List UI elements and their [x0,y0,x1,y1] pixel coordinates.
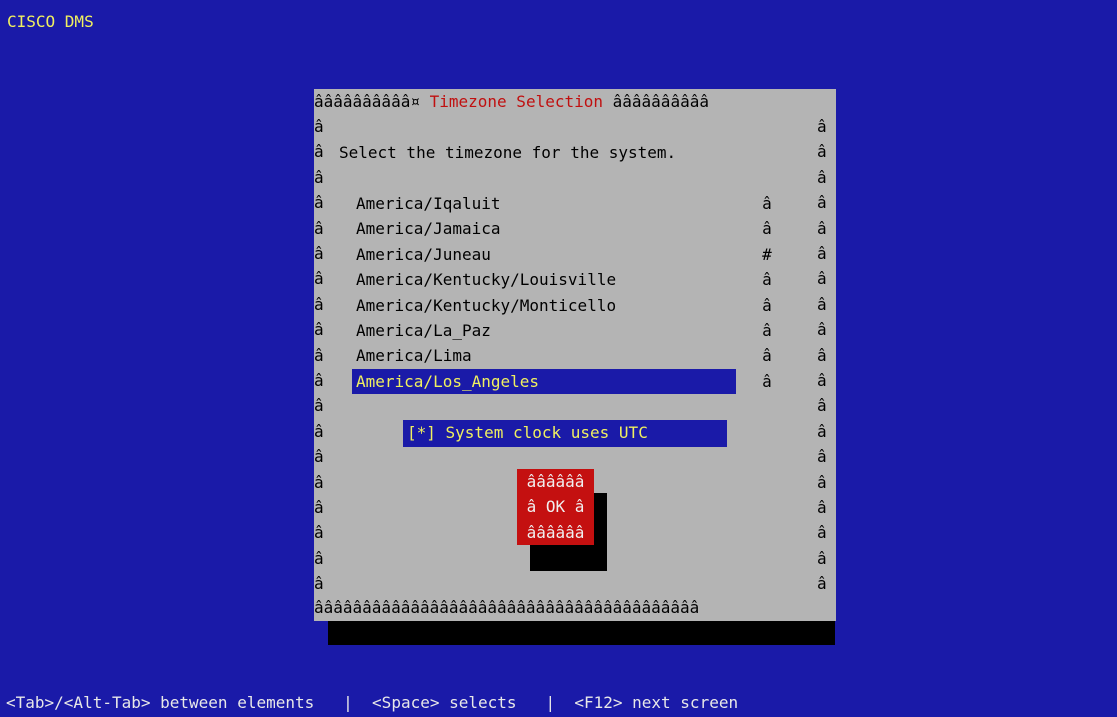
app-title: CISCO DMS [7,12,94,31]
dialog-left-border-glyph: â [314,218,324,238]
dialog-left-border-glyph: â [314,117,324,136]
dialog-left-border-glyph: â [314,421,324,441]
dialog-left-border-glyph: â [314,345,324,365]
dialog-left-border-glyph: â [314,269,324,289]
scrollbar-glyph[interactable]: â [759,267,775,292]
dialog-right-border-glyph: â [817,193,827,213]
ok-button-bottom-border: ââââââ [526,522,585,542]
ok-button-label: â OK â [526,497,585,517]
dialog-prompt: Select the timezone for the system. [339,143,677,162]
dialog-left-border-glyph: â [314,447,324,467]
dialog-right-border-glyph: â [817,421,827,441]
dialog-left-border-glyph: â [314,193,324,213]
timezone-list-item[interactable]: America/Jamaica [352,216,736,241]
dialog-left-border-glyph: â [314,320,324,340]
dialog-right-border-glyph: â [817,294,827,314]
dialog-left-border-glyph: â [314,523,324,543]
dialog-right-border-glyph: â [817,472,827,492]
dialog-title: Timezone Selection [429,92,603,111]
scrollbar-glyph[interactable]: â [759,343,775,368]
dialog-right-border-glyph: â [817,447,827,467]
scrollbar-glyph[interactable]: â [759,191,775,216]
dialog-right-border-glyph: â [817,269,827,289]
dialog-left-border-glyph: â [314,294,324,314]
dialog-left-border-glyph: â [314,244,324,263]
ok-button-top-border: ââââââ [526,472,585,491]
dialog-right-border-glyph: â [817,117,827,136]
dialog-left-border-glyph: â [314,142,324,162]
dialog-left-border-glyph: â [314,574,324,594]
dialog-left-border-glyph: â [314,472,324,492]
scrollbar-glyph[interactable]: â [759,318,775,343]
dialog-right-border-glyph: â [817,244,827,263]
dialog-border-right: ââââââââââ [612,92,709,111]
scrollbar-glyph[interactable]: â [759,293,775,318]
timezone-list-item[interactable]: America/Kentucky/Monticello [352,293,736,318]
help-bar: <Tab>/<Alt-Tab> between elements | <Spac… [6,693,739,712]
timezone-dialog: ââââââââââ¤ Timezone Selection âââââââââ… [314,89,836,621]
dialog-right-border-glyph: â [817,523,827,543]
dialog-right-border-glyph: â [817,320,827,340]
dialog-top-border: ââââââââââ¤ Timezone Selection âââââââââ… [314,89,709,114]
timezone-list-item[interactable]: America/Kentucky/Louisville [352,267,736,292]
ok-button[interactable]: ââââââ â OK â ââââââ [517,469,594,545]
timezone-list-item[interactable]: America/Lima [352,343,736,368]
dialog-left-border-glyph: â [314,167,324,187]
dialog-bottom-border: ââââââââââââââââââââââââââââââââââââââââ [314,598,700,617]
dialog-border-left: ââââââââââ¤ [314,92,420,111]
dialog-left-border-glyph: â [314,371,324,390]
timezone-list-item[interactable]: America/Los_Angeles [352,368,736,394]
dialog-left-border-glyph: â [314,498,324,517]
dialog-left-border-glyph: â [314,548,324,568]
dialog-right-border-glyph: â [817,396,827,416]
dialog-left-border-glyph: â [314,396,324,416]
dialog-right-border-glyph: â [817,371,827,390]
utc-checkbox[interactable]: [*] System clock uses UTC [403,420,727,447]
dialog-right-border-glyph: â [817,167,827,187]
dialog-right-border-glyph: â [817,345,827,365]
dialog-right-border-glyph: â [817,548,827,568]
dialog-right-border-glyph: â [817,574,827,594]
dialog-right-border-glyph: â [817,498,827,517]
timezone-list-item[interactable]: America/Iqaluit [352,191,736,216]
dialog-right-border-glyph: â [817,142,827,162]
scrollbar-glyph[interactable]: â [759,369,775,394]
timezone-list-item[interactable]: America/La_Paz [352,318,736,343]
timezone-list-item[interactable]: America/Juneau [352,242,736,267]
scrollbar-glyph[interactable]: # [759,242,775,267]
dialog-right-border-glyph: â [817,218,827,238]
scrollbar-glyph[interactable]: â [759,216,775,241]
